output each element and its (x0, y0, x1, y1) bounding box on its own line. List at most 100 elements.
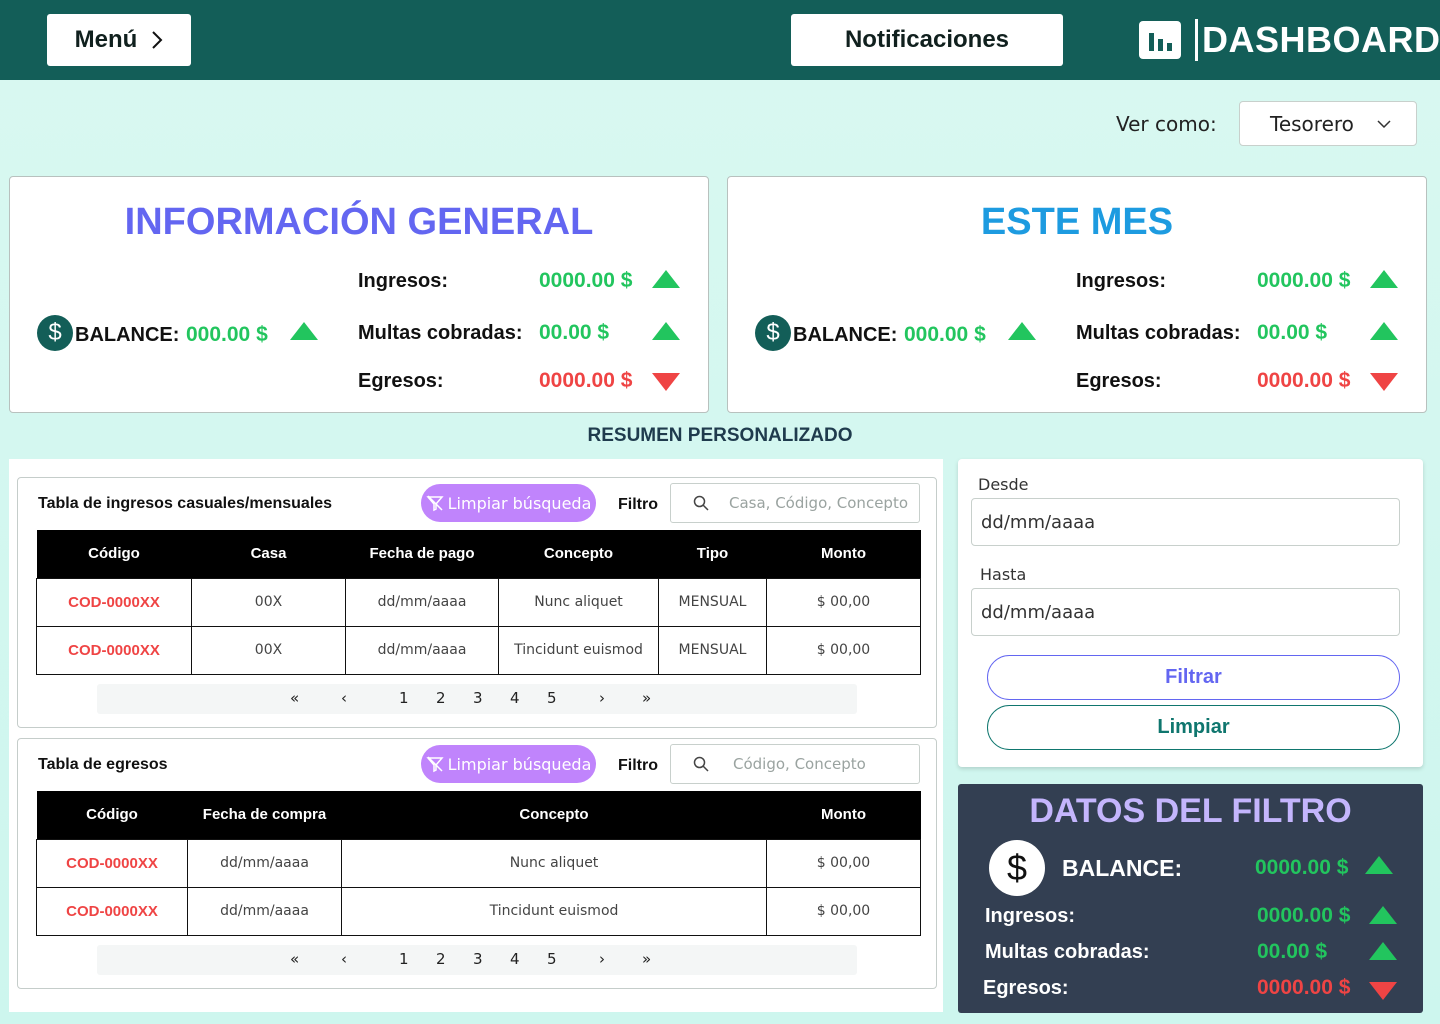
expense-table: Código Fecha de compra Concepto Monto CO… (36, 791, 921, 936)
date-cell: dd/mm/aaaa (345, 577, 499, 627)
date-filter-panel: Desde dd/mm/aaaa Hasta dd/mm/aaaa Filtra… (958, 459, 1423, 767)
last-page-icon[interactable]: » (642, 950, 651, 968)
concept-cell: Nunc aliquet (498, 577, 659, 627)
to-date-placeholder: dd/mm/aaaa (981, 601, 1096, 623)
expense-table-title: Tabla de egresos (38, 756, 168, 773)
dollar-icon: $ (755, 315, 791, 351)
summary-title: RESUMEN PERSONALIZADO (587, 425, 853, 446)
filter-button[interactable]: Filtrar (987, 655, 1400, 700)
notifications-label: Notificaciones (844, 26, 1010, 53)
from-date-input[interactable]: dd/mm/aaaa (971, 498, 1400, 546)
chevron-down-icon (1377, 120, 1391, 129)
search-icon (693, 495, 709, 511)
table-row[interactable]: COD-0000XX dd/mm/aaaa Tincidunt euismod … (36, 886, 921, 936)
triangle-down-icon (652, 373, 680, 391)
page-link[interactable]: 1 (399, 689, 409, 707)
page-link[interactable]: 1 (399, 950, 409, 968)
balance-label: BALANCE: (793, 324, 898, 346)
column-header[interactable]: Código (36, 791, 188, 839)
filter-data-title: DATOS DEL FILTRO (1029, 792, 1352, 830)
column-header[interactable]: Tipo (658, 530, 767, 578)
column-header[interactable]: Código (36, 530, 192, 578)
multas-value: 00.00 $ (1257, 321, 1328, 344)
clear-search-button[interactable]: Limpiar búsqueda (421, 745, 596, 783)
triangle-up-icon (1369, 942, 1397, 960)
page-link[interactable]: 5 (547, 689, 557, 707)
table-header-row: Código Fecha de compra Concepto Monto (36, 791, 921, 839)
expense-pagination: « ‹ 1 2 3 4 5 › » (97, 945, 857, 975)
column-header[interactable]: Concepto (498, 530, 659, 578)
multas-label: Multas cobradas: (1076, 322, 1241, 344)
clear-search-label: Limpiar búsqueda (447, 493, 592, 513)
ingresos-label: Ingresos: (985, 905, 1076, 927)
brand-title: DASHBOARD (1202, 19, 1440, 60)
income-search-input[interactable]: Casa, Código, Concepto (670, 483, 920, 523)
house-cell: 00X (191, 577, 346, 627)
column-header[interactable]: Fecha de pago (345, 530, 499, 578)
type-cell: MENSUAL (658, 577, 767, 627)
balance-label: BALANCE: (1062, 855, 1183, 881)
clear-search-button[interactable]: Limpiar búsqueda (421, 484, 596, 522)
clear-button[interactable]: Limpiar (987, 705, 1400, 750)
concept-cell: Tincidunt euismod (341, 886, 767, 936)
column-header[interactable]: Casa (191, 530, 346, 578)
clear-button-label: Limpiar (1157, 716, 1230, 738)
triangle-up-icon (1008, 322, 1036, 340)
triangle-up-icon (1370, 270, 1398, 288)
page-link[interactable]: 4 (510, 689, 520, 707)
code-cell[interactable]: COD-0000XX (36, 625, 192, 675)
dollar-icon: $ (989, 840, 1045, 896)
page-link[interactable]: 3 (473, 689, 483, 707)
code-cell[interactable]: COD-0000XX (36, 886, 188, 936)
page-link[interactable]: 3 (473, 950, 483, 968)
to-date-input[interactable]: dd/mm/aaaa (971, 588, 1400, 636)
table-row[interactable]: COD-0000XX dd/mm/aaaa Nunc aliquet $ 00,… (36, 838, 921, 888)
egresos-value: 0000.00 $ (539, 369, 633, 392)
expense-search-input[interactable]: Código, Concepto (670, 744, 920, 784)
ingresos-label: Ingresos: (1076, 270, 1167, 292)
page-link[interactable]: 4 (510, 950, 520, 968)
notifications-button[interactable]: Notificaciones (791, 14, 1063, 66)
balance-value: 000.00 $ (904, 323, 986, 346)
ingresos-value: 0000.00 $ (1257, 904, 1351, 927)
ingresos-value: 0000.00 $ (539, 269, 633, 292)
date-cell: dd/mm/aaaa (187, 838, 342, 888)
first-page-icon[interactable]: « (290, 689, 299, 707)
triangle-up-icon (652, 322, 680, 340)
column-header[interactable]: Monto (766, 791, 921, 839)
prev-page-icon[interactable]: ‹ (341, 689, 347, 707)
amount-cell: $ 00,00 (766, 577, 921, 627)
prev-page-icon[interactable]: ‹ (341, 950, 347, 968)
table-row[interactable]: COD-0000XX 00X dd/mm/aaaa Nunc aliquet M… (36, 577, 921, 627)
income-search-placeholder: Casa, Código, Concepto (729, 494, 908, 512)
menu-button[interactable]: Menú (47, 14, 191, 66)
income-table-title: Tabla de ingresos casuales/mensuales (38, 495, 333, 512)
code-cell[interactable]: COD-0000XX (36, 838, 188, 888)
table-row[interactable]: COD-0000XX 00X dd/mm/aaaa Tincidunt euis… (36, 625, 921, 675)
this-month-title: ESTE MES (980, 201, 1174, 243)
table-header-row: Código Casa Fecha de pago Concepto Tipo … (36, 530, 921, 578)
from-date-placeholder: dd/mm/aaaa (981, 511, 1096, 533)
search-icon (693, 756, 709, 772)
page-link[interactable]: 5 (547, 950, 557, 968)
column-header[interactable]: Concepto (341, 791, 767, 839)
code-cell[interactable]: COD-0000XX (36, 577, 192, 627)
last-page-icon[interactable]: » (642, 689, 651, 707)
balance-value: 000.00 $ (186, 323, 268, 346)
column-header[interactable]: Fecha de compra (187, 791, 342, 839)
view-as-select[interactable]: Tesorero (1239, 101, 1417, 146)
filter-data-panel: DATOS DEL FILTRO $ BALANCE: 0000.00 $ In… (958, 784, 1423, 1013)
filter-label: Filtro (618, 757, 658, 774)
brand: DASHBOARD (1139, 18, 1440, 62)
multas-value: 00.00 $ (539, 321, 610, 344)
column-header[interactable]: Monto (766, 530, 921, 578)
page-link[interactable]: 2 (436, 950, 446, 968)
first-page-icon[interactable]: « (290, 950, 299, 968)
page-link[interactable]: 2 (436, 689, 446, 707)
triangle-up-icon (1365, 856, 1393, 874)
amount-cell: $ 00,00 (766, 625, 921, 675)
next-page-icon[interactable]: › (599, 950, 605, 968)
from-label: Desde (978, 475, 1029, 494)
multas-label: Multas cobradas: (985, 941, 1150, 963)
next-page-icon[interactable]: › (599, 689, 605, 707)
